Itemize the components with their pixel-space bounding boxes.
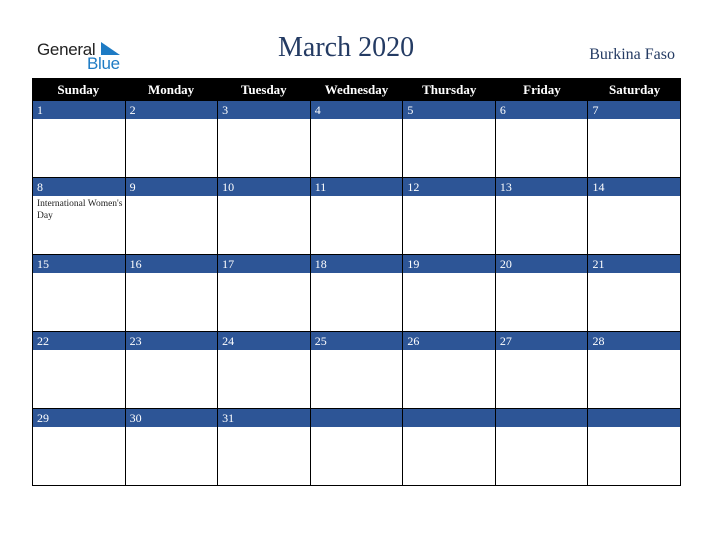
day-cell[interactable]: 7 [588,101,682,178]
day-cell[interactable]: 2 [125,101,219,178]
day-number: 29 [33,409,125,427]
day-number: 4 [310,101,403,119]
day-number: 15 [33,255,125,273]
day-cell[interactable]: 15 [33,255,126,332]
day-cell[interactable]: 5 [403,101,496,178]
dow-saturday: Saturday [609,82,661,97]
day-cell[interactable]: 25 [310,332,404,409]
day-cell[interactable]: 18 [310,255,404,332]
dow-wednesday: Wednesday [324,82,389,97]
day-number: 19 [403,255,495,273]
day-number: 10 [218,178,310,196]
dow-friday: Friday [523,82,561,97]
day-number: 28 [588,332,681,350]
day-number: 14 [588,178,681,196]
dow-sunday: Sunday [57,82,100,97]
week-row: 22 23 24 25 26 27 28 [32,332,682,409]
day-cell[interactable]: 17 [218,255,311,332]
day-cell[interactable]: 31 [218,409,311,486]
week-row: 29 30 31 [32,409,682,486]
day-number: 5 [403,101,495,119]
day-number: 31 [218,409,310,427]
day-number: 9 [125,178,218,196]
day-cell[interactable] [588,409,682,486]
calendar-title: March 2020 [278,32,415,63]
day-cell[interactable]: 22 [33,332,126,409]
logo-text-blue: Blue [87,54,120,73]
day-cell[interactable] [310,409,404,486]
day-cell[interactable]: 23 [125,332,219,409]
day-number: 21 [588,255,681,273]
day-number: 27 [495,332,588,350]
day-number: 18 [310,255,403,273]
day-number: 30 [125,409,218,427]
day-cell[interactable]: 1 [33,101,126,178]
day-cell[interactable]: 13 [495,178,589,255]
day-cell[interactable]: 28 [588,332,682,409]
week-row: 15 16 17 18 19 20 21 [32,255,682,332]
day-number: 20 [495,255,588,273]
dow-tuesday: Tuesday [240,82,287,97]
day-of-week-header: Sunday Monday Tuesday Wednesday Thursday Frid… [32,78,681,101]
day-cell[interactable]: 16 [125,255,219,332]
day-cell[interactable]: 8 International Women's Day [33,178,126,255]
day-number [310,409,403,427]
day-cell[interactable]: 9 [125,178,219,255]
day-cell[interactable]: 30 [125,409,219,486]
weeks-container: 1 2 3 4 5 6 7 8 International Women's Day 9 10 11 12… [32,101,682,486]
day-cell[interactable] [403,409,496,486]
day-cell[interactable]: 14 [588,178,682,255]
country-label: Burkina Faso [589,46,675,63]
day-number: 17 [218,255,310,273]
day-number: 13 [495,178,588,196]
day-cell[interactable]: 4 [310,101,404,178]
day-cell[interactable]: 11 [310,178,404,255]
day-number: 23 [125,332,218,350]
day-number [403,409,495,427]
day-cell[interactable]: 24 [218,332,311,409]
day-cell[interactable]: 10 [218,178,311,255]
day-cell[interactable] [495,409,589,486]
day-number: 12 [403,178,495,196]
day-cell[interactable]: 21 [588,255,682,332]
week-row: 8 International Women's Day 9 10 11 12 13 14 [32,178,682,255]
day-number [588,409,681,427]
day-number: 1 [33,101,125,119]
day-cell[interactable]: 26 [403,332,496,409]
day-cell[interactable]: 6 [495,101,589,178]
day-number: 22 [33,332,125,350]
day-cell[interactable]: 19 [403,255,496,332]
day-number: 6 [495,101,588,119]
holiday-event: International Women's Day [37,199,123,221]
week-row: 1234567 [32,101,682,178]
day-number [495,409,588,427]
day-number: 11 [310,178,403,196]
day-number: 26 [403,332,495,350]
day-number: 8 [33,178,125,196]
dow-monday: Monday [147,82,195,97]
day-number: 16 [125,255,218,273]
day-number: 2 [125,101,218,119]
calendar-grid: Sunday Monday Tuesday Wednesday Thursday Frid… [32,78,682,486]
day-cell[interactable]: 20 [495,255,589,332]
day-number: 25 [310,332,403,350]
day-number: 3 [218,101,310,119]
day-cell[interactable]: 3 [218,101,311,178]
day-cell[interactable]: 12 [403,178,496,255]
generalblue-logo: General Blue [37,40,127,74]
dow-thursday: Thursday [422,82,477,97]
day-cell[interactable]: 27 [495,332,589,409]
day-number: 24 [218,332,310,350]
day-cell[interactable]: 29 [33,409,126,486]
day-number: 7 [588,101,681,119]
